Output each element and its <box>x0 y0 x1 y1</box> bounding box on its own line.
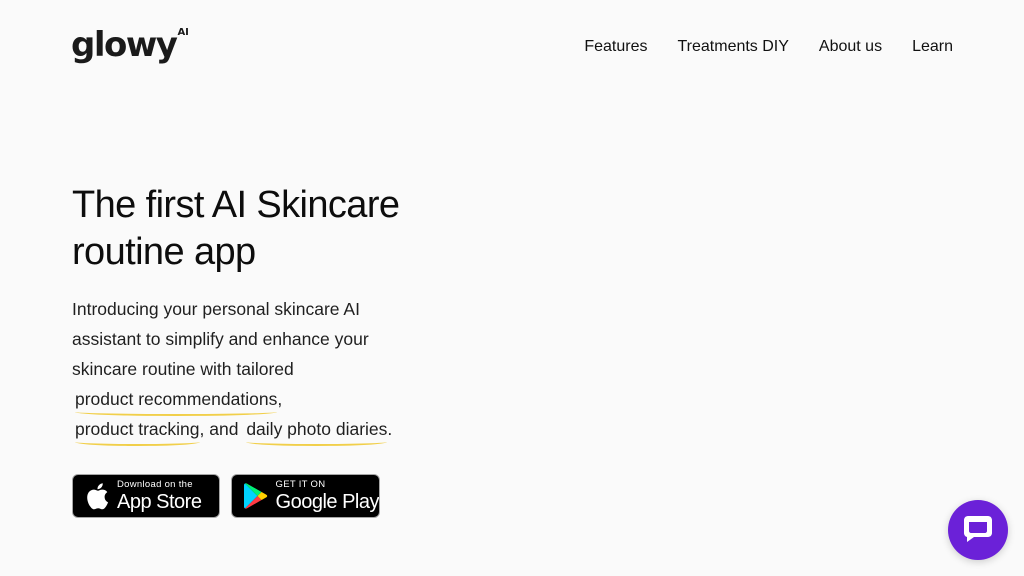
page: glowy AI Features Treatments DIY About u… <box>0 0 1024 576</box>
logo-ai-superscript: AI <box>177 27 189 38</box>
nav-link-features[interactable]: Features <box>584 36 647 58</box>
hero-intro-line-1: Introducing your personal skincare AI <box>72 299 360 319</box>
google-play-text: GET IT ON Google Play <box>276 480 379 512</box>
app-store-text: Download on the App Store <box>117 479 202 513</box>
app-store-small-label: Download on the <box>117 479 193 491</box>
google-play-icon <box>238 475 274 517</box>
store-buttons: Download on the App Store GET IT ON Goog… <box>72 474 380 518</box>
glowy-logo[interactable]: glowy AI <box>71 22 189 68</box>
nav-link-learn[interactable]: Learn <box>912 36 953 58</box>
nav-link-treatments-diy[interactable]: Treatments DIY <box>677 36 788 58</box>
highlight-product-recommendations[interactable]: product recommendations <box>75 384 278 416</box>
hero-comma: , <box>277 389 283 409</box>
site-header: glowy AI Features Treatments DIY About u… <box>0 0 1024 94</box>
highlight-daily-photo-diaries[interactable]: daily photo diaries <box>246 414 388 446</box>
hero-intro-line-5: product tracking, and daily photo diarie… <box>72 414 452 446</box>
nav-link-about-us[interactable]: About us <box>819 36 882 58</box>
google-play-small-label: GET IT ON <box>275 479 326 491</box>
chat-widget-button[interactable] <box>948 500 1008 560</box>
hero-description: Introducing your personal skincare AI as… <box>72 294 452 446</box>
highlight-product-tracking[interactable]: product tracking <box>75 414 200 446</box>
main-nav: Features Treatments DIY About us Learn <box>584 36 953 58</box>
chat-bubble-icon <box>962 512 994 549</box>
hero-intro-line-2: assistant to simplify and enhance your <box>72 329 369 349</box>
hero-intro-line-4: product recommendations, <box>72 384 452 416</box>
google-play-label: Google Play <box>275 490 379 513</box>
hero-intro-line-3: skincare routine with tailored <box>72 359 294 379</box>
logo-wordmark: glowy <box>71 25 178 65</box>
hero-title-line-1: The first AI Skincare <box>72 184 400 226</box>
hero-title-line-2: routine app <box>72 231 256 273</box>
app-store-button[interactable]: Download on the App Store <box>72 474 220 518</box>
hero-title: The first AI Skincare routine app <box>72 182 492 276</box>
hero-connector: , and <box>199 419 239 439</box>
app-store-label: App Store <box>117 490 202 513</box>
hero-period: . <box>387 419 393 439</box>
apple-logo-icon <box>79 475 115 517</box>
google-play-button[interactable]: GET IT ON Google Play <box>231 474 380 518</box>
